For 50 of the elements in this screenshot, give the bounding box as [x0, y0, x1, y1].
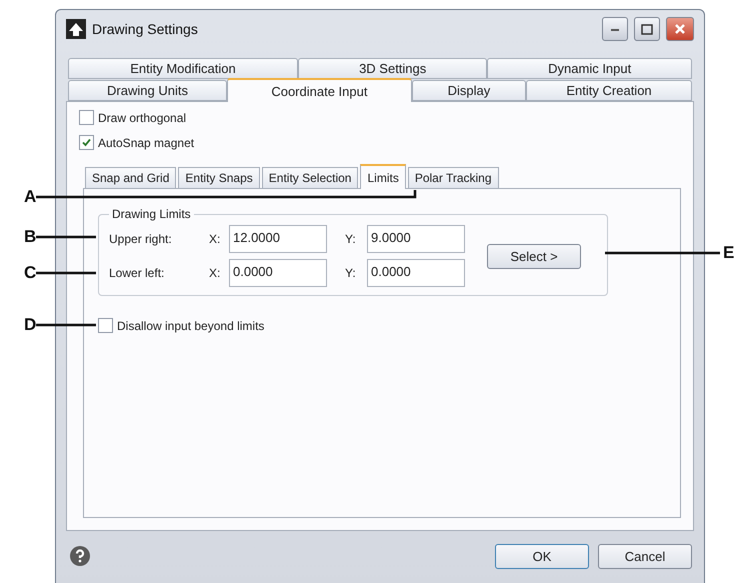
tab[interactable]: Display [412, 80, 526, 101]
group-title: Drawing Limits [111, 207, 192, 221]
check-icon [81, 137, 92, 148]
field-label: Y: [345, 266, 357, 280]
select-button[interactable]: Select > [487, 244, 581, 268]
checkbox[interactable] [98, 318, 113, 333]
field-label: X: [209, 266, 222, 280]
tab[interactable]: Entity Modification [68, 58, 298, 79]
callout-label: A [24, 187, 36, 207]
cancel-button[interactable]: Cancel [598, 544, 692, 568]
input-field[interactable]: 9.0000 [367, 225, 465, 253]
input-field[interactable]: 0.0000 [229, 259, 327, 287]
callout-label: B [24, 227, 36, 247]
help-icon[interactable] [70, 546, 90, 566]
tab[interactable]: Drawing Units [68, 80, 227, 101]
app-icon [66, 19, 86, 39]
maximize-icon [641, 24, 653, 34]
close-icon [674, 23, 686, 35]
callout-label: C [24, 263, 36, 283]
minimize-icon [611, 28, 619, 30]
field-label: Lower left: [109, 266, 166, 280]
window-title: Drawing Settings [92, 21, 199, 37]
tab[interactable]: Limits [360, 164, 406, 189]
input-field[interactable]: 0.0000 [367, 259, 465, 287]
checkbox-label: Draw orthogonal [98, 110, 186, 124]
field-label: X: [209, 232, 222, 246]
leader-line [36, 324, 96, 326]
tab[interactable]: Snap and Grid [85, 167, 176, 188]
checkbox-label: Disallow input beyond limits [117, 318, 264, 332]
leader-line [36, 272, 96, 274]
input-field[interactable]: 12.0000 [229, 225, 327, 253]
tab[interactable]: Coordinate Input [226, 78, 412, 102]
tab[interactable]: Polar Tracking [408, 167, 499, 188]
tab[interactable]: Entity Creation [526, 80, 692, 101]
callout-label: E [723, 243, 734, 263]
ok-button[interactable]: OK [495, 544, 589, 568]
field-label: Upper right: [109, 232, 173, 246]
callout-label: D [24, 315, 36, 335]
checkbox-label: AutoSnap magnet [98, 136, 194, 150]
checkbox[interactable] [79, 110, 94, 125]
close-button[interactable] [666, 17, 694, 41]
minimize-button[interactable] [602, 17, 628, 41]
tab[interactable]: Entity Selection [262, 167, 358, 188]
leader-line [36, 236, 96, 238]
maximize-button[interactable] [634, 17, 660, 41]
checkbox[interactable] [79, 135, 94, 150]
tab[interactable]: Entity Snaps [178, 167, 260, 188]
tab[interactable]: Dynamic Input [487, 58, 692, 79]
tab[interactable]: 3D Settings [298, 58, 488, 79]
field-label: Y: [345, 232, 357, 246]
